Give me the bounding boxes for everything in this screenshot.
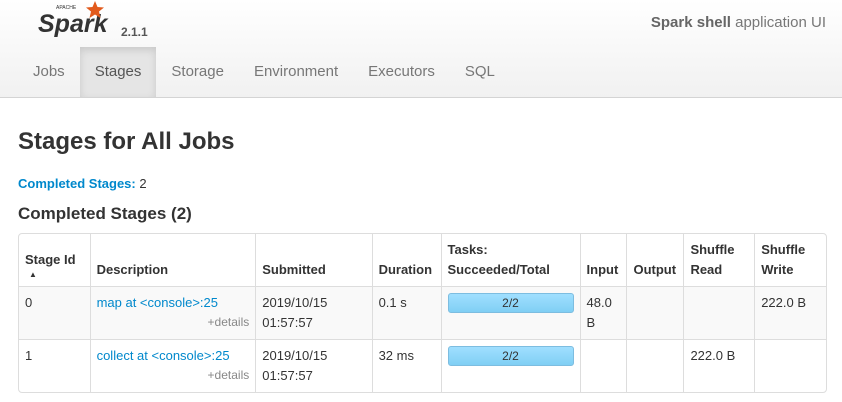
submitted-date: 2019/10/15	[262, 348, 328, 363]
cell-shuffle-read: 222.0 B	[683, 339, 755, 392]
cell-duration: 32 ms	[371, 339, 441, 392]
details-toggle[interactable]: +details	[97, 366, 250, 384]
details-toggle[interactable]: +details	[97, 313, 250, 331]
table-header-row: Stage Id ▲ Description Submitted Duratio…	[19, 234, 826, 286]
tab-executors[interactable]: Executors	[353, 47, 450, 97]
col-shuffle-read[interactable]: Shuffle Read	[683, 234, 754, 286]
completed-stages-link[interactable]: Completed Stages:	[18, 176, 136, 191]
col-shuffle-write-label-1: Shuffle	[761, 242, 806, 257]
tasks-progress-bar: 2/2	[447, 346, 574, 366]
completed-stages-count: 2	[135, 176, 147, 191]
top-navbar: APACHE Spark 2.1.1 Spark shell applicati…	[0, 0, 842, 98]
stages-summary: Completed Stages: 2	[18, 176, 147, 192]
page-title: Stages for All Jobs	[18, 128, 235, 155]
col-tasks[interactable]: Tasks: Succeeded/Total	[440, 234, 580, 286]
section-title[interactable]: Completed Stages (2)	[18, 204, 192, 224]
col-tasks-label-1: Tasks:	[447, 242, 488, 257]
tab-storage[interactable]: Storage	[156, 47, 239, 97]
version-label: 2.1.1	[121, 25, 148, 39]
cell-input: 48.0 B	[579, 286, 627, 339]
col-shuffle-read-label-2: Read	[690, 262, 723, 277]
cell-description: collect at <console>:25 +details	[89, 339, 256, 392]
tasks-progress-bar: 2/2	[447, 293, 574, 313]
col-shuffle-write-label-2: Write	[761, 262, 794, 277]
cell-shuffle-write: 222.0 B	[754, 286, 826, 339]
col-stage-id-label: Stage Id	[25, 252, 76, 267]
col-stage-id[interactable]: Stage Id ▲	[19, 234, 90, 286]
nav-tabs: Jobs Stages Storage Environment Executor…	[18, 47, 510, 97]
input-value: 48.0	[586, 295, 612, 310]
tab-jobs[interactable]: Jobs	[18, 47, 80, 97]
cell-output	[626, 286, 684, 339]
col-output[interactable]: Output	[626, 234, 683, 286]
cell-duration: 0.1 s	[371, 286, 441, 339]
cell-output	[626, 339, 684, 392]
submitted-time: 01:57:57	[262, 315, 313, 330]
sort-asc-icon: ▲	[29, 270, 37, 279]
submitted-time: 01:57:57	[262, 368, 313, 383]
cell-submitted: 2019/10/15 01:57:57	[255, 286, 372, 339]
app-title: Spark shell application UI	[651, 14, 826, 31]
cell-submitted: 2019/10/15 01:57:57	[255, 339, 372, 392]
spark-logo[interactable]: APACHE Spark	[38, 0, 158, 48]
cell-shuffle-read	[683, 286, 755, 339]
completed-stages-table: Stage Id ▲ Description Submitted Duratio…	[18, 233, 827, 393]
submitted-date: 2019/10/15	[262, 295, 328, 310]
stage-description-link[interactable]: collect at <console>:25	[97, 346, 250, 366]
tab-sql[interactable]: SQL	[450, 47, 510, 97]
col-submitted[interactable]: Submitted	[255, 234, 371, 286]
app-name: Spark shell	[650, 14, 731, 31]
cell-description: map at <console>:25 +details	[89, 286, 256, 339]
col-duration[interactable]: Duration	[371, 234, 441, 286]
tab-environment[interactable]: Environment	[239, 47, 353, 97]
tab-stages[interactable]: Stages	[79, 47, 157, 97]
col-tasks-label-2: Succeeded/Total	[447, 262, 550, 277]
col-shuffle-write[interactable]: Shuffle Write	[754, 234, 826, 286]
stage-description-link[interactable]: map at <console>:25	[97, 293, 250, 313]
input-unit: B	[586, 315, 596, 330]
table-row: 1 collect at <console>:25 +details 2019/…	[19, 339, 826, 392]
app-title-suffix: application UI	[730, 14, 826, 31]
cell-shuffle-write	[754, 339, 826, 392]
cell-stage-id: 0	[19, 286, 90, 339]
col-input[interactable]: Input	[579, 234, 627, 286]
col-shuffle-read-label-1: Shuffle	[690, 242, 735, 257]
cell-tasks: 2/2	[440, 286, 580, 339]
cell-tasks: 2/2	[440, 339, 580, 392]
col-description[interactable]: Description	[89, 234, 256, 286]
cell-stage-id: 1	[19, 339, 90, 392]
table-row: 0 map at <console>:25 +details 2019/10/1…	[19, 286, 826, 339]
cell-input	[579, 339, 627, 392]
